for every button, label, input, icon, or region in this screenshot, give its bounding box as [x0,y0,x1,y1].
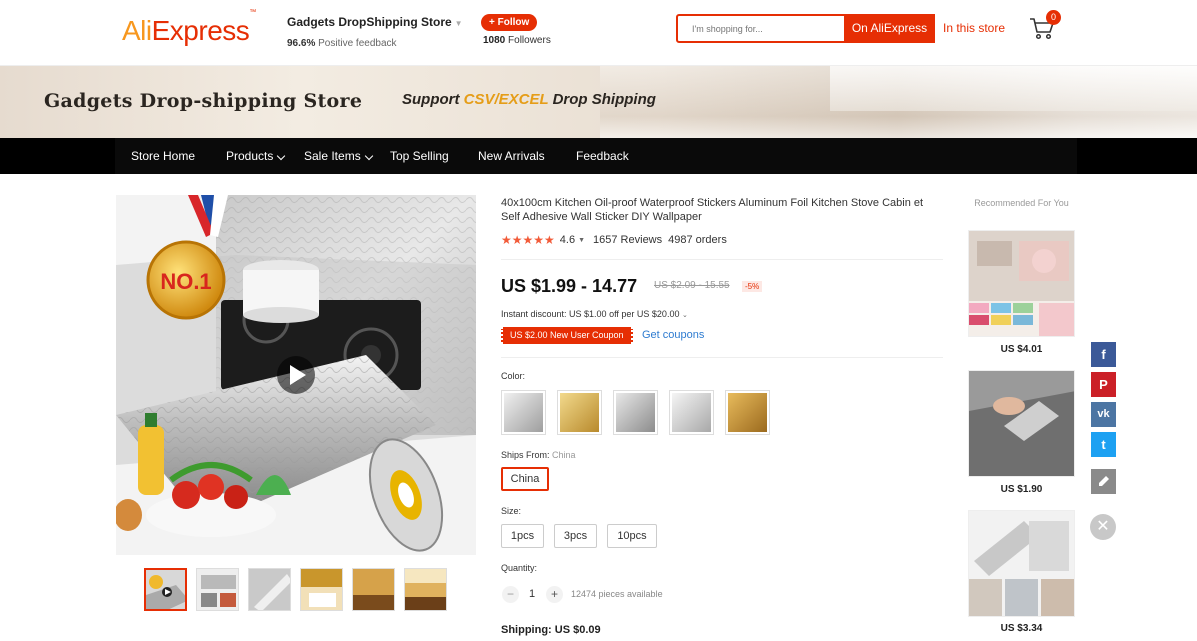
cart-count-badge: 0 [1046,10,1061,25]
color-swatch[interactable] [557,390,602,435]
store-banner: Gadgets Drop-shipping Store Support CSV/… [0,66,1197,138]
store-info: Gadgets DropShipping Store ▼ 96.6% Positi… [287,15,463,49]
recommended-item-image[interactable] [968,510,1075,617]
shipping-cost: Shipping: US $0.09 [501,624,601,636]
twitter-icon[interactable]: t [1091,432,1116,457]
get-coupons-link[interactable]: Get coupons [642,329,704,341]
close-icon[interactable]: ✕ [1090,514,1116,540]
chevron-down-icon [277,151,286,161]
recommended-item-image[interactable] [968,230,1075,337]
size-label: Size: [501,506,522,516]
product-price: US $1.99 - 14.77 [501,276,638,296]
search-box: On AliExpress In this store [676,14,1013,43]
nav-sale-items[interactable]: Sale Items [304,138,373,174]
divider [501,259,943,260]
recommended-title: Recommended For You [974,198,1069,208]
product-badge: NO.1 [160,269,211,294]
recommended-item-price[interactable]: US $3.34 [968,623,1075,634]
thumbnail[interactable] [300,568,343,611]
nav-store-home[interactable]: Store Home [131,138,195,174]
aliexpress-logo[interactable]: AliExpress™ [122,9,256,47]
quantity-value[interactable]: 1 [529,588,535,600]
nav-products[interactable]: Products [226,138,286,174]
ships-from-label: Ships From: China [501,450,576,460]
divider [501,357,943,358]
available-stock: 12474 pieces available [571,589,663,599]
vk-icon[interactable]: vk [1091,402,1116,427]
search-in-store-button[interactable]: In this store [935,14,1013,43]
orders-count: 4987 orders [668,234,727,246]
original-price: US $2.09 - 15.55 [654,280,730,291]
color-swatch[interactable] [669,390,714,435]
chevron-down-icon: ⌄ [681,312,688,319]
edit-icon[interactable] [1091,469,1116,494]
thumbnail[interactable] [196,568,239,611]
new-user-coupon[interactable]: US $2.00 New User Coupon [501,327,633,344]
search-input[interactable] [678,16,844,41]
product-title: 40x100cm Kitchen Oil-proof Waterproof St… [501,197,924,223]
top-bar: AliExpress™ Gadgets DropShipping Store ▼ … [0,0,1197,66]
follow-button[interactable]: + Follow [481,14,538,31]
recommended-item-price[interactable]: US $1.90 [968,484,1075,495]
size-option[interactable]: 3pcs [554,524,597,548]
chevron-down-icon[interactable]: ▼ [455,19,463,28]
store-feedback: 96.6% Positive feedback [287,38,397,49]
nav-top-selling[interactable]: Top Selling [390,138,449,174]
thumbnail[interactable] [352,568,395,611]
discount-badge: -5% [742,281,763,292]
rating-row: ★★★★★ 4.6 ▼ 1657 Reviews 4987 orders [501,233,727,247]
chevron-down-icon[interactable]: ▼ [578,237,585,244]
instant-discount[interactable]: Instant discount: US $1.00 off per US $2… [501,309,688,319]
thumbnail[interactable] [248,568,291,611]
search-on-aliexpress-button[interactable]: On AliExpress [844,14,935,43]
nav-feedback[interactable]: Feedback [576,138,629,174]
recommended-item-price[interactable]: US $4.01 [968,344,1075,355]
color-swatch[interactable] [613,390,658,435]
nav-new-arrivals[interactable]: New Arrivals [478,138,545,174]
ships-from-option[interactable]: China [501,467,549,491]
thumbnail[interactable] [144,568,187,611]
star-rating-icon: ★★★★★ [501,233,555,247]
color-swatch[interactable] [501,390,546,435]
recommended-item-image[interactable] [968,370,1075,477]
color-swatch[interactable] [725,390,770,435]
thumbnail[interactable] [404,568,447,611]
followers-count: 1080 Followers [483,35,551,46]
color-label: Color: [501,371,526,381]
reviews-link[interactable]: 1657 Reviews [593,234,662,246]
size-option[interactable]: 1pcs [501,524,544,548]
store-name[interactable]: Gadgets DropShipping Store ▼ [287,15,463,29]
product-photo: NO.1 [116,195,476,555]
rating-value: 4.6 [559,234,576,246]
size-option[interactable]: 10pcs [607,524,657,548]
banner-shelf [830,66,1197,111]
quantity-increase-button[interactable]: + [546,586,563,603]
quantity-label: Quantity: [501,563,538,573]
quantity-decrease-button[interactable]: − [502,586,519,603]
product-main-image[interactable]: NO.1 [116,195,476,555]
store-nav: Store Home Products Sale Items Top Selli… [0,138,1197,174]
facebook-icon[interactable]: f [1091,342,1116,367]
pinterest-icon[interactable]: P [1091,372,1116,397]
banner-title: Gadgets Drop-shipping Store [44,90,363,112]
banner-subtitle: Support CSV/EXCEL Drop Shipping [402,91,656,108]
chevron-down-icon [364,151,373,161]
